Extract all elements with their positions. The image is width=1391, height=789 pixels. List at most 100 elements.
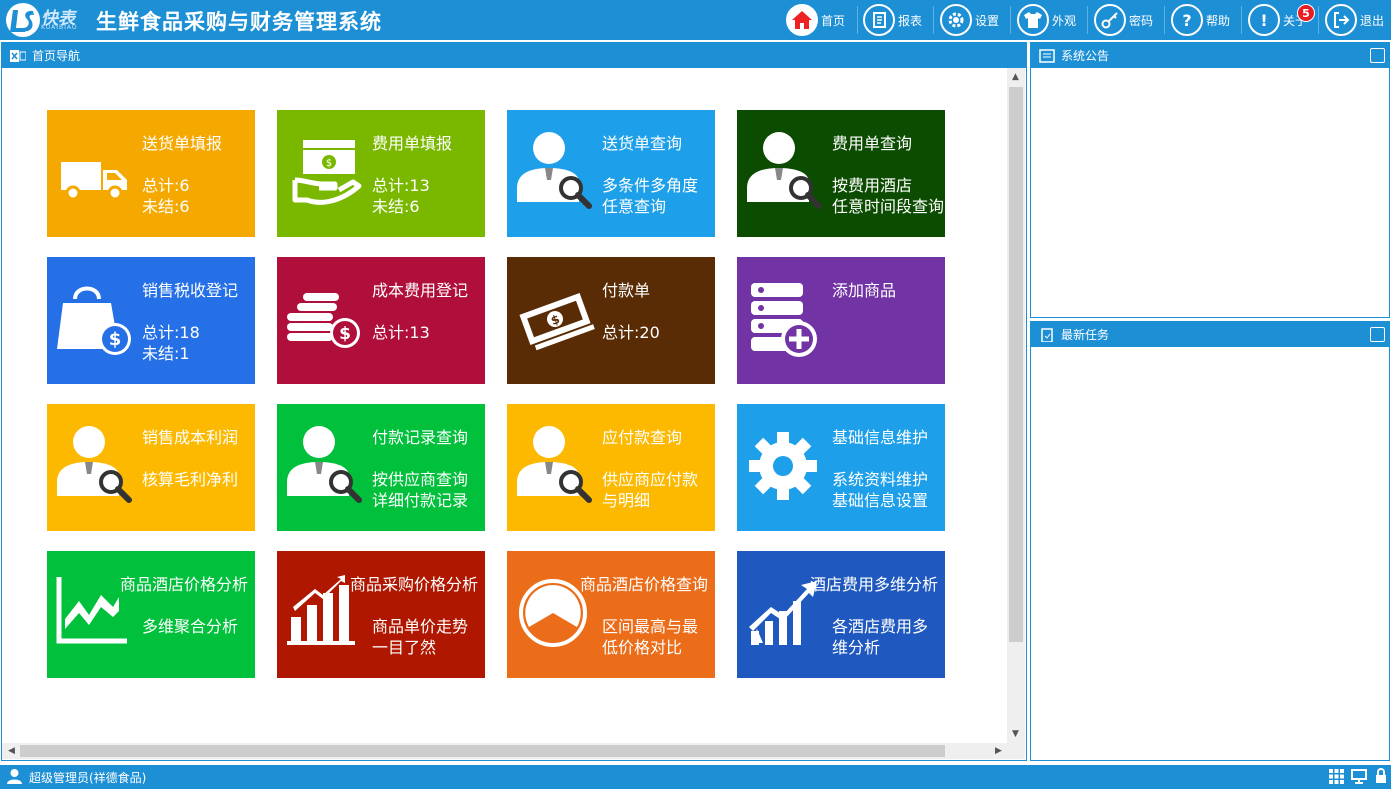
user-search-icon (513, 424, 597, 508)
gear-icon (940, 4, 972, 36)
tile-14[interactable]: 商品酒店价格查询 区间最高与最 低价格对比 (507, 551, 715, 678)
help-label: 帮助 (1206, 13, 1231, 28)
svg-text:$: $ (339, 324, 351, 344)
user-search-icon (283, 424, 367, 508)
tile-line-2: 未结:1 (142, 344, 190, 363)
tile-line-1: 总计:20 (602, 323, 660, 342)
tile-line-1: 核算毛利净利 (142, 470, 239, 489)
home-label: 首页 (821, 13, 846, 28)
tile-title: 付款单 (602, 281, 651, 300)
horizontal-scroll-thumb[interactable] (20, 745, 945, 757)
tile-5[interactable]: $ 成本费用登记 总计:13 (277, 257, 485, 384)
money-bag-icon: $ (53, 277, 137, 361)
tile-15[interactable]: 酒店费用多维分析 各酒店费用多 维分析 (737, 551, 945, 678)
svg-text:$: $ (109, 329, 122, 350)
user-search-icon (513, 130, 597, 214)
app-title: 生鲜食品采购与财务管理系统 (96, 10, 382, 34)
report-icon (863, 4, 895, 36)
tile-title: 销售税收登记 (142, 281, 239, 300)
tile-line-2: 一目了然 (372, 638, 437, 657)
tile-line-2: 详细付款记录 (372, 491, 469, 510)
toolbar-divider (1164, 6, 1165, 34)
scroll-left-arrow-icon[interactable]: ◀ (8, 746, 15, 756)
notice-panel: 系统公告 (1030, 42, 1390, 318)
tile-3[interactable]: 费用单查询 按费用酒店 任意时间段查询 (737, 110, 945, 237)
excel-icon (10, 49, 26, 62)
tile-11[interactable]: 基础信息维护 系统资料维护 基础信息设置 (737, 404, 945, 531)
shirt-icon (1017, 4, 1049, 36)
report-button[interactable]: 报表 (863, 3, 922, 37)
exclamation-icon: ! (1248, 4, 1280, 36)
appearance-button[interactable]: 外观 (1017, 3, 1076, 37)
password-button[interactable]: 密码 (1094, 3, 1153, 37)
gear-icon (743, 424, 827, 508)
tile-line-2: 未结:6 (142, 197, 190, 216)
tile-7[interactable]: 添加商品 (737, 257, 945, 384)
maximize-icon[interactable] (1370, 327, 1385, 342)
question-icon: ? (1171, 4, 1203, 36)
report-label: 报表 (898, 13, 923, 28)
tile-0[interactable]: 送货单填报 总计:6 未结:6 (47, 110, 255, 237)
toolbar-divider (933, 6, 934, 34)
tile-title: 送货单查询 (602, 134, 683, 153)
truck-icon (53, 130, 137, 214)
tile-1[interactable]: $ 费用单填报 总计:13 未结:6 (277, 110, 485, 237)
toolbar-divider (1318, 6, 1319, 34)
settings-button[interactable]: 设置 (940, 3, 999, 37)
tile-line-1: 总计:13 (372, 323, 430, 342)
status-user: 超级管理员(祥德食品) (29, 771, 147, 785)
tile-title: 添加商品 (832, 281, 897, 300)
home-button[interactable]: 首页 (786, 3, 845, 37)
appearance-label: 外观 (1052, 13, 1077, 28)
tile-title: 付款记录查询 (372, 428, 469, 447)
tile-6[interactable]: $ 付款单总计:20 (507, 257, 715, 384)
logout-label: 退出 (1360, 13, 1385, 28)
maximize-icon[interactable] (1370, 48, 1385, 63)
logo-name: 快表 (41, 9, 75, 29)
tile-line-2: 任意时间段查询 (832, 197, 945, 216)
tile-line-1: 多维聚合分析 (142, 617, 239, 636)
password-label: 密码 (1129, 13, 1154, 28)
toolbar-divider (1241, 6, 1242, 34)
nav-panel-title: 首页导航 (32, 49, 81, 63)
banknotes-icon: $ (513, 277, 597, 361)
status-bar (0, 765, 1391, 789)
tile-9[interactable]: 付款记录查询 按供应商查询 详细付款记录 (277, 404, 485, 531)
tile-2[interactable]: 送货单查询 多条件多角度 任意查询 (507, 110, 715, 237)
tile-8[interactable]: 销售成本利润 核算毛利净利 (47, 404, 255, 531)
notice-panel-header: 系统公告 (1031, 43, 1389, 68)
scroll-down-arrow-icon[interactable]: ▼ (1012, 729, 1019, 739)
tile-10[interactable]: 应付款查询 供应商应付款 与明细 (507, 404, 715, 531)
vertical-scroll-thumb[interactable] (1009, 87, 1023, 642)
scroll-right-arrow-icon[interactable]: ▶ (995, 746, 1002, 756)
tile-4[interactable]: $ 销售税收登记 总计:18 未结:1 (47, 257, 255, 384)
scroll-up-arrow-icon[interactable]: ▲ (1012, 72, 1019, 82)
tile-line-2: 未结:6 (372, 197, 420, 216)
logo-subtitle: KUAIBIAO (41, 24, 78, 31)
task-panel-title: 最新任务 (1061, 328, 1110, 342)
svg-text:$: $ (326, 158, 332, 169)
user-search-icon (743, 130, 827, 214)
task-panel: 最新任务 (1030, 321, 1390, 761)
toolbar-divider (1010, 6, 1011, 34)
tile-title: 商品酒店价格分析 (120, 575, 249, 594)
lock-icon[interactable] (1375, 768, 1387, 784)
key-icon (1094, 4, 1126, 36)
monitor-icon[interactable] (1351, 769, 1367, 784)
tile-title: 费用单填报 (372, 134, 453, 153)
tile-12[interactable]: 商品酒店价格分析多维聚合分析 (47, 551, 255, 678)
grid-icon[interactable] (1329, 769, 1344, 784)
tile-line-2: 任意查询 (602, 197, 667, 216)
notification-badge: 5 (1297, 4, 1315, 22)
tile-13[interactable]: 商品采购价格分析 商品单价走势 一目了然 (277, 551, 485, 678)
user-search-icon (53, 424, 137, 508)
tile-title: 商品采购价格分析 (350, 575, 479, 594)
tile-title: 销售成本利润 (142, 428, 239, 447)
help-button[interactable]: ? 帮助 (1171, 3, 1230, 37)
logout-icon (1325, 4, 1357, 36)
user-icon (7, 769, 22, 784)
logout-button[interactable]: 退出 (1325, 3, 1384, 37)
toolbar-divider (857, 6, 858, 34)
tile-title: 基础信息维护 (832, 428, 929, 447)
nav-panel-header: 首页导航 (2, 43, 1026, 68)
